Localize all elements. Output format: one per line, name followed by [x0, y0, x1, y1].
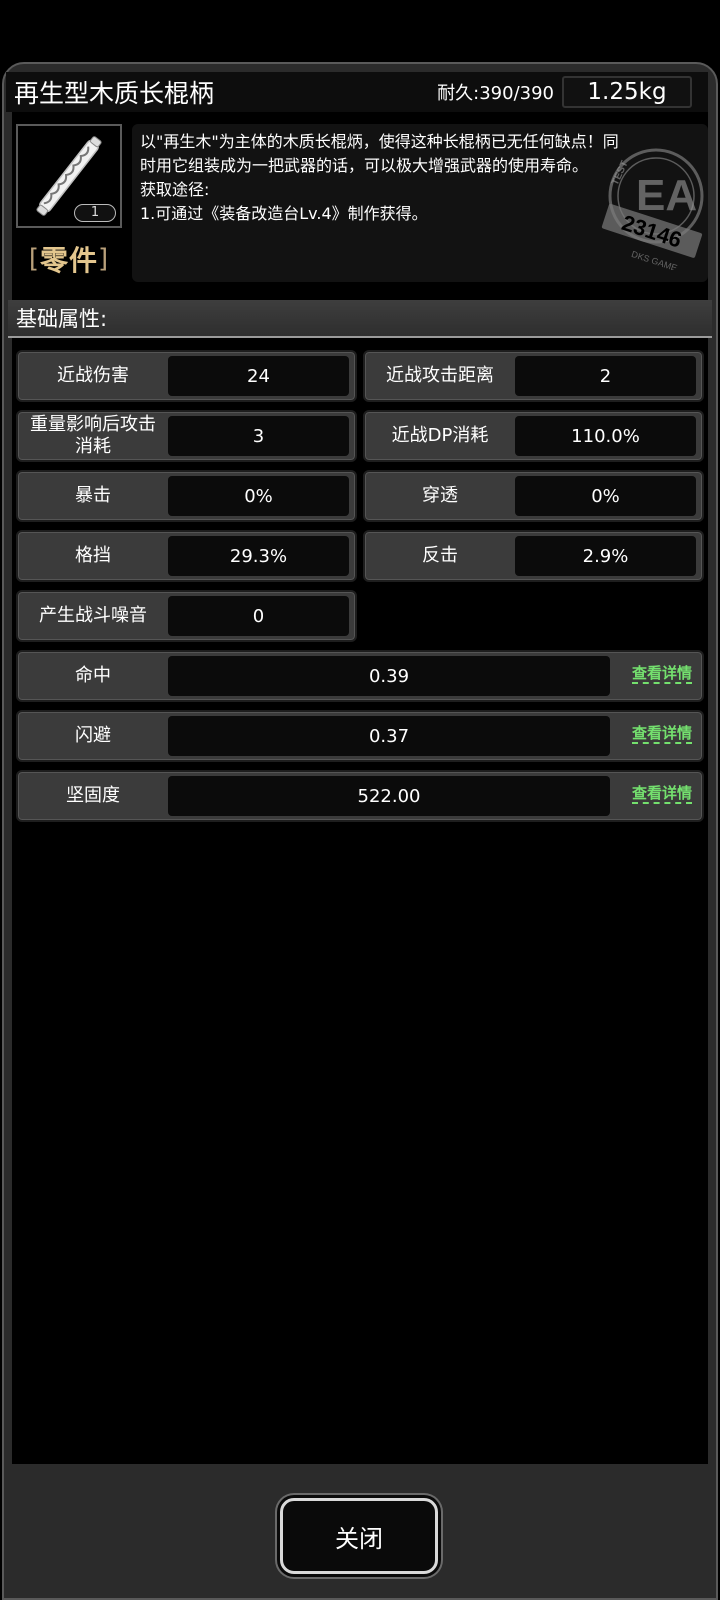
- stat-evasion: 闪避 0.37 查看详情: [16, 710, 704, 762]
- stat-value: 3: [168, 416, 349, 456]
- stat-melee-range: 近战攻击距离 2: [363, 350, 704, 402]
- weight-value: 1.25kg: [587, 79, 667, 105]
- stat-value: 0%: [515, 476, 696, 516]
- stat-accuracy: 命中 0.39 查看详情: [16, 650, 704, 702]
- description-line: 以"再生木"为主体的木质长棍炳，使得这种长棍柄已无任何缺点！同: [140, 132, 619, 151]
- stat-label: 产生战斗噪音: [39, 605, 147, 626]
- stat-value: 110.0%: [515, 416, 696, 456]
- stat-critical: 暴击 0%: [16, 470, 357, 522]
- view-details-link[interactable]: 查看详情: [631, 784, 692, 804]
- view-details-link[interactable]: 查看详情: [631, 664, 692, 684]
- stat-value: 24: [168, 356, 349, 396]
- stat-label: 命中: [75, 665, 111, 686]
- description-line: 时用它组装成为一把武器的话，可以极大增强武器的使用寿命。: [140, 156, 589, 175]
- item-name: 再生型木质长棍柄: [14, 79, 215, 108]
- close-button[interactable]: 关闭: [280, 1498, 438, 1574]
- stat-weight-attack-cost: 重量影响后攻击消耗 3: [16, 410, 357, 462]
- weight-badge: 1.25kg: [562, 76, 692, 108]
- stat-value: 29.3%: [168, 536, 349, 576]
- stat-label: 近战攻击距离: [386, 365, 494, 386]
- stat-combat-noise: 产生战斗噪音 0: [16, 590, 357, 642]
- view-details-link[interactable]: 查看详情: [631, 724, 692, 744]
- item-category: [ 零件 ]: [16, 236, 122, 282]
- description-line: 1.可通过《装备改造台Lv.4》制作获得。: [140, 204, 428, 223]
- stat-durability-strength: 坚固度 522.00 查看详情: [16, 770, 704, 822]
- stat-value: 0.39: [168, 656, 610, 696]
- stat-label: 暴击: [75, 485, 111, 506]
- close-button-label: 关闭: [335, 1524, 383, 1553]
- stat-label: 坚固度: [66, 785, 120, 806]
- stat-block: 格挡 29.3%: [16, 530, 357, 582]
- section-title: 基础属性:: [16, 307, 108, 331]
- stat-value: 522.00: [168, 776, 610, 816]
- stat-label: 穿透: [422, 485, 458, 506]
- stat-label: 重量影响后攻击消耗: [30, 414, 156, 457]
- item-detail-panel: [2, 62, 718, 1600]
- stat-label: 反击: [422, 545, 458, 566]
- stat-melee-dp-cost: 近战DP消耗 110.0%: [363, 410, 704, 462]
- bracket-right: ]: [98, 244, 110, 274]
- stat-penetration: 穿透 0%: [363, 470, 704, 522]
- stat-label: 闪避: [75, 725, 111, 746]
- stat-value: 0: [168, 596, 349, 636]
- description-line: 获取途径:: [140, 180, 210, 199]
- stat-label: 近战伤害: [57, 365, 129, 386]
- base-attributes-header: 基础属性:: [8, 300, 712, 338]
- stat-value: 2.9%: [515, 536, 696, 576]
- stat-label: 格挡: [75, 545, 111, 566]
- bracket-left: [: [28, 244, 40, 274]
- item-description: 以"再生木"为主体的木质长棍炳，使得这种长棍柄已无任何缺点！同 时用它组装成为一…: [132, 124, 708, 282]
- stat-value: 2: [515, 356, 696, 396]
- item-category-label: 零件: [39, 244, 98, 277]
- stat-value: 0.37: [168, 716, 610, 756]
- durability-text: 耐久:390/390: [437, 83, 554, 104]
- stat-value: 0%: [168, 476, 349, 516]
- stat-counter: 反击 2.9%: [363, 530, 704, 582]
- stat-label: 近战DP消耗: [391, 425, 489, 446]
- stat-melee-damage: 近战伤害 24: [16, 350, 357, 402]
- item-count-badge: 1: [74, 204, 116, 222]
- item-header: 再生型木质长棍柄 耐久:390/390 1.25kg: [6, 72, 708, 112]
- item-icon-frame: 1: [16, 124, 122, 228]
